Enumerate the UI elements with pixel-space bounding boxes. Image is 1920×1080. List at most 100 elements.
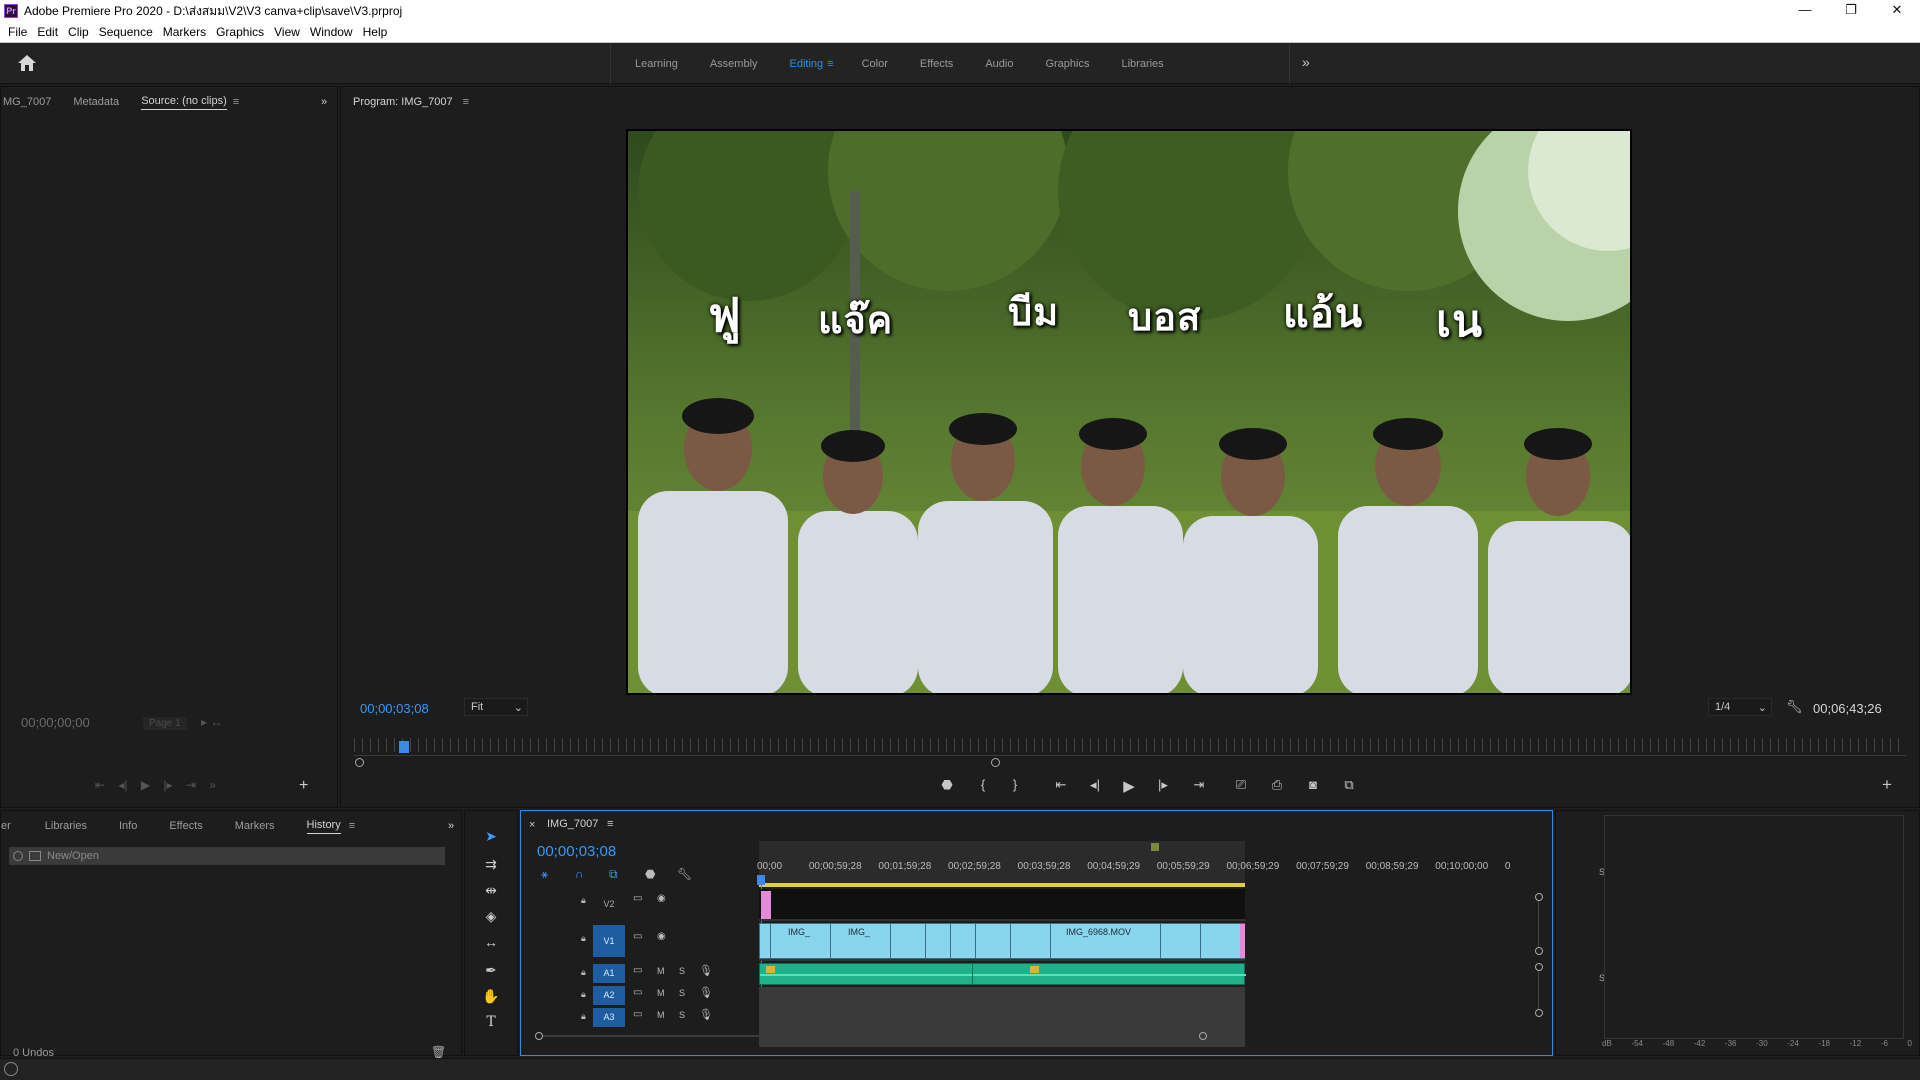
tab-img-7007[interactable]: MG_7007 — [3, 96, 51, 108]
mute-button[interactable]: M — [657, 988, 665, 998]
tab-info[interactable]: Info — [119, 820, 137, 832]
track-a1-label[interactable]: A1 — [593, 964, 625, 983]
sync-lock-icon[interactable]: ▭ — [633, 987, 642, 998]
track-v1-label[interactable]: V1 — [593, 925, 625, 957]
workspace-tab-editing[interactable]: Editing — [790, 58, 824, 70]
menu-file[interactable]: File — [8, 25, 27, 39]
sync-lock-icon[interactable]: ▭ — [633, 931, 642, 942]
home-icon[interactable] — [16, 53, 38, 73]
source-menu-icon[interactable]: ≡ — [233, 96, 239, 108]
solo-button[interactable]: S — [679, 1010, 685, 1020]
hand-tool-icon[interactable]: ✋ — [480, 988, 502, 1010]
workspace-menu-icon[interactable]: ≡ — [827, 58, 833, 70]
wrench-icon[interactable]: 🔧︎ — [1786, 699, 1803, 715]
workspace-tab-color[interactable]: Color — [862, 58, 888, 70]
workspace-more-icon[interactable]: » — [1302, 54, 1310, 70]
mute-button[interactable]: M — [657, 1010, 665, 1020]
track-v2-label[interactable]: V2 — [593, 895, 625, 914]
empty-track-area[interactable] — [1245, 889, 1531, 1049]
source-transport-icons[interactable]: ⇤ ◂| ▶ |▸ ⇥ » — [95, 778, 216, 792]
v2-track-content[interactable] — [759, 889, 1245, 919]
lock-icon[interactable]: 🔒︎ — [581, 967, 586, 978]
timeline-sequence-tab[interactable]: IMG_7007 — [547, 818, 598, 830]
workspace-tab-learning[interactable]: Learning — [635, 58, 678, 70]
source-page-selector[interactable]: Page 1 — [143, 717, 187, 730]
tab-libraries[interactable]: Libraries — [45, 820, 87, 832]
audio-tracks-empty[interactable] — [759, 987, 1245, 1047]
export-frame-camera-icon[interactable]: ◙ — [1302, 777, 1324, 792]
history-item[interactable]: New/Open — [9, 847, 445, 865]
timeline-zoom-track[interactable] — [543, 1035, 1199, 1037]
menu-help[interactable]: Help — [363, 25, 388, 39]
microphone-icon[interactable]: 🎙︎ — [699, 964, 713, 977]
tab-partial[interactable]: er — [1, 820, 11, 832]
v1-clip-strip[interactable]: IMG_ IMG_ IMG_6968.MOV — [759, 923, 1245, 959]
ruler-marker[interactable] — [1151, 843, 1159, 851]
menu-markers[interactable]: Markers — [163, 25, 206, 39]
timeline-zoom-handle-left[interactable] — [535, 1032, 543, 1040]
sync-lock-icon[interactable]: ▭ — [633, 965, 642, 976]
go-to-in-icon[interactable]: ⇤ — [1050, 777, 1072, 793]
microphone-icon[interactable]: 🎙︎ — [699, 986, 713, 999]
workspace-tab-graphics[interactable]: Graphics — [1045, 58, 1089, 70]
work-area-bar[interactable] — [759, 883, 1245, 887]
tab-metadata[interactable]: Metadata — [73, 96, 119, 108]
menu-window[interactable]: Window — [310, 25, 353, 39]
selection-tool-icon[interactable]: ➤ — [480, 828, 502, 850]
zoom-handle-left[interactable] — [355, 758, 364, 767]
menu-sequence[interactable]: Sequence — [99, 25, 153, 39]
audio-scroll-handle[interactable] — [1535, 963, 1543, 971]
track-a2-label[interactable]: A2 — [593, 986, 625, 1005]
tab-source[interactable]: Source: (no clips) — [141, 95, 227, 110]
razor-tool-icon[interactable]: ◈ — [480, 908, 502, 930]
comparison-view-icon[interactable]: ⧉ — [1338, 777, 1360, 793]
program-video-frame[interactable]: ฟู แจ๊ค บีม บอส แอ้น เน — [626, 129, 1632, 695]
sync-lock-icon[interactable]: ▭ — [633, 1009, 642, 1020]
snap-magnet-icon[interactable]: ∩ — [575, 867, 584, 881]
source-expand-icon[interactable]: » — [321, 96, 327, 108]
video-scroll-track[interactable] — [1538, 901, 1539, 947]
lock-icon[interactable]: 🔒︎ — [581, 989, 586, 1000]
solo-button[interactable]: S — [679, 966, 685, 976]
program-menu-icon[interactable]: ≡ — [463, 96, 469, 108]
timeline-settings-wrench-icon[interactable]: 🔧︎ — [677, 867, 692, 881]
nest-toggle-icon[interactable]: ⚹ — [541, 867, 548, 882]
workspace-tab-libraries[interactable]: Libraries — [1121, 58, 1163, 70]
trash-icon[interactable]: 🗑︎ — [431, 1045, 446, 1059]
add-marker-icon[interactable]: ⬣ — [936, 777, 958, 793]
program-timecode[interactable]: 00;00;03;08 — [360, 701, 429, 716]
add-marker-timeline-icon[interactable]: ⬣ — [645, 867, 655, 881]
microphone-icon[interactable]: 🎙︎ — [699, 1008, 713, 1021]
tab-effects[interactable]: Effects — [169, 820, 202, 832]
lock-icon[interactable]: 🔒︎ — [581, 895, 586, 906]
menu-graphics[interactable]: Graphics — [216, 25, 264, 39]
slip-tool-icon[interactable]: ↔ — [480, 934, 502, 956]
ripple-edit-tool-icon[interactable]: ⇹ — [480, 882, 502, 904]
tab-history[interactable]: History — [306, 819, 341, 834]
history-menu-icon[interactable]: ≡ — [349, 820, 355, 832]
tab-markers[interactable]: Markers — [235, 820, 275, 832]
workspace-tab-effects[interactable]: Effects — [920, 58, 953, 70]
timeline-menu-icon[interactable]: ≡ — [607, 818, 613, 830]
program-title[interactable]: Program: IMG_7007 — [353, 96, 453, 108]
lift-icon[interactable]: ⎚ — [1230, 777, 1252, 793]
linked-selection-icon[interactable]: ⧉ — [609, 867, 618, 882]
program-add-button-icon[interactable]: + — [1876, 775, 1898, 795]
track-a3-label[interactable]: A3 — [593, 1008, 625, 1027]
track-select-tool-icon[interactable]: ⇉ — [480, 856, 502, 878]
timeline-playhead[interactable] — [757, 875, 765, 885]
fit-dropdown[interactable]: Fit ⌄ — [464, 698, 528, 716]
resolution-dropdown[interactable]: 1/4 ⌄ — [1708, 698, 1772, 716]
type-tool-icon[interactable]: T — [480, 1014, 502, 1036]
eye-icon[interactable]: ◉ — [657, 931, 666, 942]
video-scroll-handle[interactable] — [1535, 893, 1543, 901]
v2-graphic-clip[interactable] — [761, 891, 771, 919]
source-page-arrows-icon[interactable]: ▸ ↔ — [201, 715, 222, 729]
solo-button[interactable]: S — [679, 988, 685, 998]
go-to-out-icon[interactable]: ⇥ — [1188, 777, 1210, 793]
mark-out-icon[interactable]: } — [1004, 777, 1026, 792]
mark-in-icon[interactable]: { — [972, 777, 994, 792]
pen-tool-icon[interactable]: ✒ — [480, 962, 502, 984]
history-expand-icon[interactable]: » — [448, 820, 454, 832]
step-forward-icon[interactable]: |▸ — [1152, 777, 1174, 793]
